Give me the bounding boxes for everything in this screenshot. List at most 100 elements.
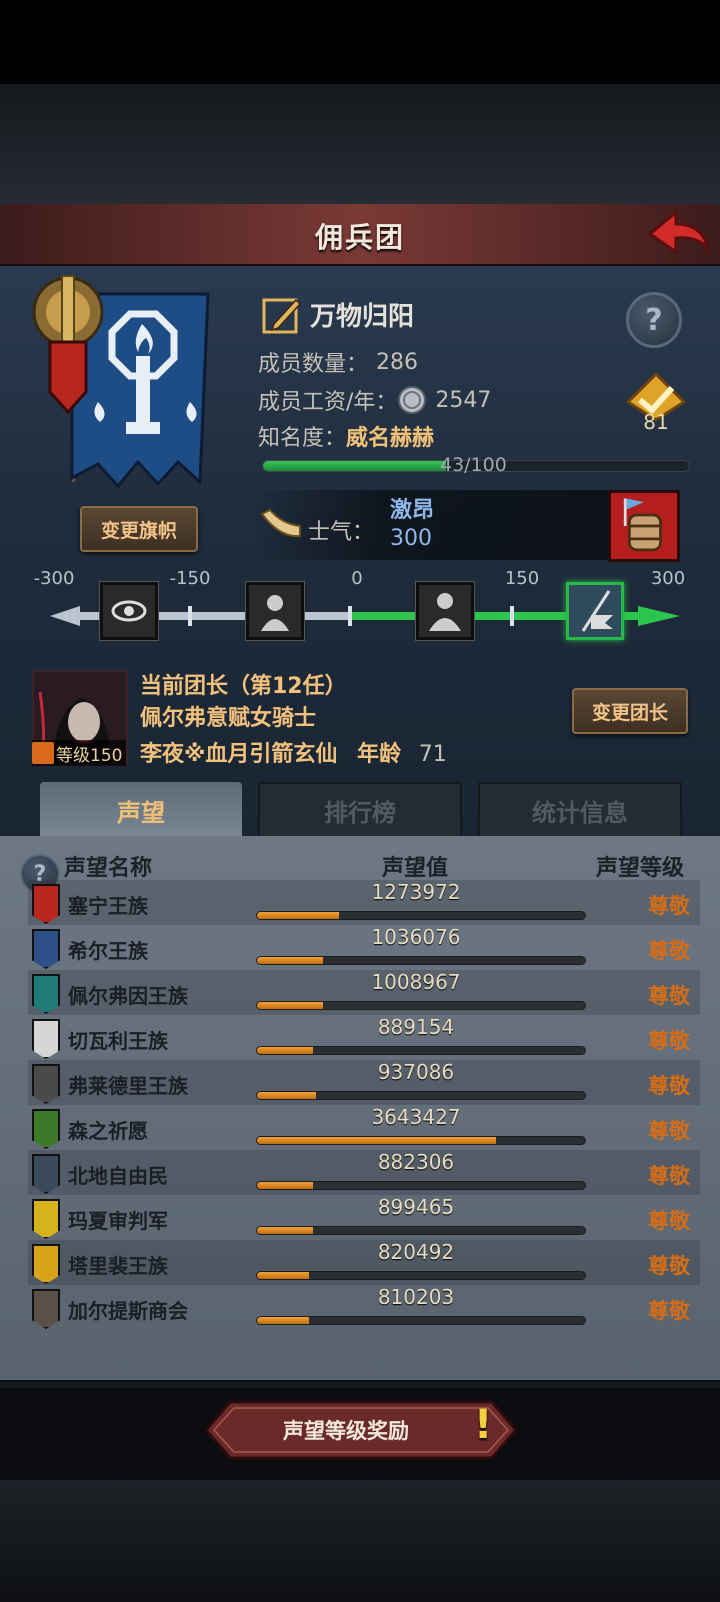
reputation-progress-fill: [257, 1092, 317, 1099]
faction-crest-icon: [32, 1109, 60, 1149]
members-row: 成员数量： 286: [258, 346, 418, 378]
faction-name: 塞宁王族: [68, 894, 148, 918]
reputation-row[interactable]: 塞宁王族 1273972 尊敬: [28, 880, 700, 925]
reputation-progress-bar: [256, 1091, 586, 1100]
leader-title: 当前团长（第12任）: [140, 674, 347, 699]
change-flag-button[interactable]: 变更旗帜: [80, 506, 198, 552]
reputation-level: 尊敬: [648, 1209, 690, 1233]
status-bar-area: [0, 0, 720, 84]
reputation-level: 尊敬: [648, 894, 690, 918]
faction-name: 森之祈愿: [68, 1119, 148, 1143]
faction-crest-icon: [32, 1244, 60, 1284]
reputation-progress-bar: [256, 1001, 586, 1010]
faction-name: 佩尔弗因王族: [68, 984, 188, 1008]
morale-label: 士气：: [308, 520, 375, 545]
help-icon[interactable]: ?: [626, 292, 682, 348]
header-reputation-name: 声望名称: [64, 856, 153, 881]
morale-tier-fear-icon[interactable]: [246, 582, 304, 640]
tab-leaderboard[interactable]: 排行榜: [258, 782, 462, 838]
reputation-row[interactable]: 希尔王族 1036076 尊敬: [28, 925, 700, 970]
reputation-progress-bar: [256, 911, 586, 920]
background-bottom: [0, 1480, 720, 1602]
scale-label: 300: [650, 568, 686, 589]
guild-name: 万物归阳: [310, 301, 415, 332]
members-label: 成员数量：: [258, 352, 369, 377]
reputation-row[interactable]: 佩尔弗因王族 1008967 尊敬: [28, 970, 700, 1015]
reputation-value: 810203: [377, 1285, 455, 1309]
leader-player-name: 李夜※血月引箭玄仙: [140, 742, 338, 767]
faction-crest-icon: [32, 929, 60, 969]
reputation-value: 3643427: [371, 1105, 461, 1129]
reputation-progress-fill: [257, 1047, 313, 1054]
salary-value: 2547: [435, 387, 492, 413]
reputation-value: 1008967: [371, 970, 461, 994]
fame-value: 威名赫赫: [346, 426, 435, 451]
faction-name: 希尔王族: [68, 939, 148, 963]
reputation-progress-bar: [256, 1316, 586, 1325]
guild-name-row[interactable]: 万物归阳: [262, 292, 414, 336]
divider: [0, 1382, 720, 1388]
reputation-row[interactable]: 森之祈愿 3643427 尊敬: [28, 1105, 700, 1150]
reputation-progress-bar: [256, 1181, 586, 1190]
silver-coin-icon: [398, 386, 427, 414]
reputation-value: 820492: [377, 1240, 455, 1264]
horn-icon: [260, 508, 301, 538]
page-title: 佣兵团: [314, 221, 405, 254]
fame-row: 知名度： 威名赫赫: [258, 420, 434, 452]
edit-name-icon[interactable]: [262, 294, 302, 334]
reputation-level: 尊敬: [648, 984, 690, 1008]
reputation-value: 899465: [377, 1195, 455, 1219]
faction-crest-icon: [32, 1199, 60, 1239]
reputation-row[interactable]: 玛夏审判军 899465 尊敬: [28, 1195, 700, 1240]
reputation-row[interactable]: 塔里裴王族 820492 尊敬: [28, 1240, 700, 1285]
reputation-level: 尊敬: [648, 1254, 690, 1278]
reputation-reward-label: 声望等级奖励: [283, 1419, 409, 1443]
scale-label: -150: [169, 568, 211, 589]
faction-crest-icon: [32, 1289, 60, 1329]
change-leader-button[interactable]: 变更团长: [572, 688, 688, 734]
leader-age-label: 年龄: [357, 742, 402, 767]
fame-label: 知名度：: [258, 426, 347, 451]
reputation-progress-fill: [257, 1002, 323, 1009]
salary-label: 成员工资/年：: [258, 390, 398, 415]
morale-barrel-icon[interactable]: [608, 490, 680, 562]
morale-status: 激昂: [390, 498, 435, 523]
reputation-value: 1273972: [371, 880, 461, 904]
reputation-progress-bar: [256, 1226, 586, 1235]
back-arrow-icon[interactable]: [646, 206, 712, 262]
reputation-progress-fill: [257, 1227, 313, 1234]
reputation-row[interactable]: 北地自由民 882306 尊敬: [28, 1150, 700, 1195]
reputation-value: 937086: [377, 1060, 455, 1084]
reputation-progress-bar: [256, 956, 586, 965]
reputation-level: 尊敬: [648, 1164, 690, 1188]
faction-crest-icon: [32, 884, 60, 924]
reputation-level: 尊敬: [648, 1029, 690, 1053]
reputation-progress-fill: [257, 1317, 310, 1324]
reputation-value: 882306: [377, 1150, 455, 1174]
reputation-progress-bar: [256, 1271, 586, 1280]
reputation-level: 尊敬: [648, 1074, 690, 1098]
morale-tier-inspired-icon[interactable]: [566, 582, 624, 640]
alert-exclamation-icon: !: [474, 1402, 493, 1448]
reputation-progress-fill: [257, 957, 323, 964]
members-value: 286: [376, 349, 419, 375]
morale-tier-calm-icon[interactable]: [416, 582, 474, 640]
faction-name: 塔里裴王族: [68, 1254, 168, 1278]
header-reputation-level: 声望等级: [596, 856, 685, 881]
fame-progress-text: 43/100: [440, 454, 507, 476]
reputation-value: 1036076: [371, 925, 461, 949]
reputation-row[interactable]: 切瓦利王族 889154 尊敬: [28, 1015, 700, 1060]
tab-reputation[interactable]: 声望: [40, 782, 242, 838]
faction-crest-icon: [32, 1154, 60, 1194]
level-icon: [32, 742, 54, 764]
tab-statistics[interactable]: 统计信息: [478, 782, 682, 838]
reputation-row[interactable]: 弗莱德里王族 937086 尊敬: [28, 1060, 700, 1105]
reputation-progress-fill: [257, 1182, 313, 1189]
morale-tier-despair-icon[interactable]: [100, 582, 158, 640]
leader-level-tag: 等级150: [32, 740, 127, 766]
fame-progress-fill: [263, 461, 447, 471]
faction-crest-icon: [32, 1064, 60, 1104]
reputation-row[interactable]: 加尔提斯商会 810203 尊敬: [28, 1285, 700, 1330]
leader-name-row: 李夜※血月引箭玄仙 年龄 71: [140, 736, 447, 768]
morale-value: 300: [390, 526, 432, 551]
